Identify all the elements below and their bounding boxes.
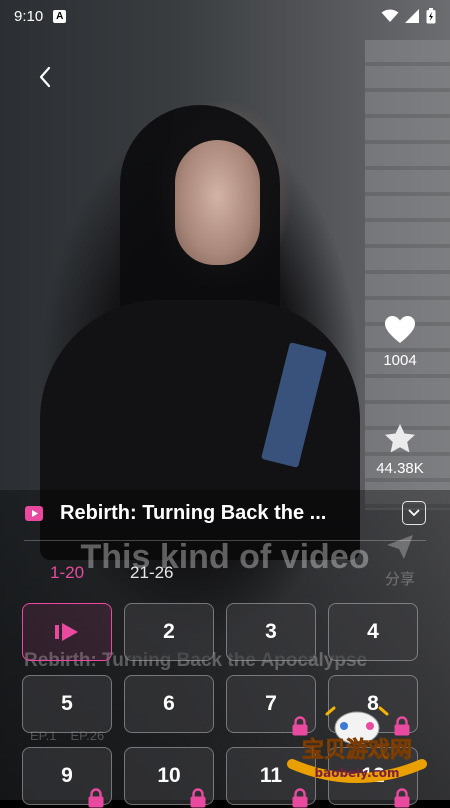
episode-5-button[interactable]: 5 — [22, 675, 112, 733]
episode-1-button[interactable] — [22, 603, 112, 661]
like-count: 1004 — [383, 352, 417, 369]
drama-title-row: Rebirth: Turning Back the ... — [24, 498, 426, 528]
episode-9-button[interactable]: 9 — [22, 747, 112, 808]
favorite-count: 44.38K — [376, 460, 424, 477]
episode-2-button[interactable]: 2 — [124, 603, 214, 661]
lock-icon — [88, 788, 104, 808]
episode-number: 6 — [163, 692, 175, 715]
episode-number: 5 — [61, 692, 73, 715]
lock-icon — [394, 788, 410, 808]
episode-number: 3 — [265, 620, 277, 643]
playlist-icon — [25, 506, 43, 521]
like-button[interactable]: 1004 — [365, 315, 435, 369]
signal-icon — [405, 9, 419, 23]
wifi-icon — [381, 9, 399, 22]
expand-episodes-button[interactable] — [402, 501, 426, 525]
site-watermark-logo: 宝贝游戏网 baobeiy.com — [287, 706, 427, 783]
lock-icon — [292, 788, 308, 808]
episode-number: 4 — [367, 620, 379, 643]
episode-4-button[interactable]: 4 — [328, 603, 418, 661]
battery-icon — [426, 8, 436, 24]
back-button[interactable] — [32, 62, 58, 92]
episode-10-button[interactable]: 10 — [124, 747, 214, 808]
episode-number: 10 — [157, 764, 181, 787]
heart-icon — [385, 316, 415, 343]
chevron-down-icon — [408, 509, 420, 517]
episode-3-button[interactable]: 3 — [226, 603, 316, 661]
episode-number: 2 — [163, 620, 175, 643]
status-bar: 9:10 A — [0, 0, 450, 32]
status-notification-icon: A — [53, 9, 67, 23]
tab-range-1-20[interactable]: 1-20 — [50, 563, 84, 583]
video-person-face — [175, 140, 260, 265]
status-time: 9:10 — [14, 7, 44, 25]
lock-icon — [190, 788, 206, 808]
favorite-button[interactable]: 44.38K — [365, 423, 435, 477]
watermark-title: 宝贝游戏网 — [302, 737, 412, 763]
episode-number: 9 — [61, 764, 73, 787]
now-playing-icon — [55, 623, 78, 641]
watermark-url: baobeiy.com — [315, 766, 400, 780]
panel-divider — [24, 540, 426, 541]
chevron-left-icon — [39, 66, 51, 88]
tab-range-21-26[interactable]: 21-26 — [130, 563, 173, 583]
episode-range-tabs: 1-20 21-26 — [50, 563, 174, 583]
episode-6-button[interactable]: 6 — [124, 675, 214, 733]
drama-title: Rebirth: Turning Back the ... — [60, 501, 327, 524]
star-icon — [385, 424, 415, 453]
